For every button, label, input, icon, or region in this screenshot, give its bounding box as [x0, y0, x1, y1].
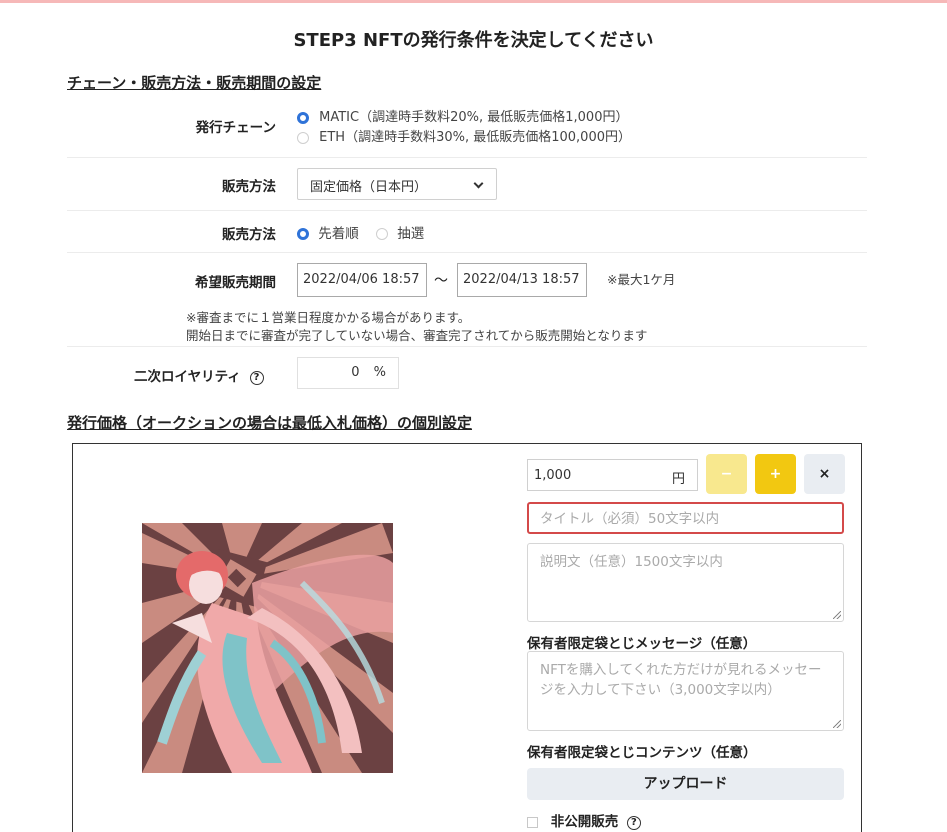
divider: [67, 210, 867, 211]
price-input[interactable]: 1,000 円: [527, 459, 698, 491]
period-label: 希望販売期間: [195, 275, 276, 291]
top-accent-bar: [0, 0, 947, 3]
review-note-2: 開始日までに審査が完了していない場合、審査完了されてから販売開始となります: [186, 328, 648, 343]
radio-eth[interactable]: [297, 131, 309, 144]
divider: [67, 252, 867, 253]
royalty-label-group: 二次ロイヤリティ ?: [134, 365, 264, 385]
title-placeholder: タイトル（必須）50文字以内: [540, 511, 720, 527]
radio-lottery[interactable]: [376, 228, 388, 240]
section-title-price: 発行価格（オークションの場合は最低入札価格）の個別設定: [67, 414, 473, 432]
sale-order-first-come-label: 先着順: [318, 226, 359, 242]
sale-order-lottery[interactable]: 抽選: [376, 222, 424, 242]
private-sale-label: 非公開販売: [550, 814, 619, 830]
chain-label: 発行チェーン: [195, 120, 276, 136]
resize-handle-icon[interactable]: [833, 720, 841, 728]
private-sale-row[interactable]: 非公開販売 ?: [527, 810, 641, 830]
decrease-button[interactable]: −: [706, 454, 747, 494]
radio-matic[interactable]: [297, 111, 309, 124]
contents-label: 保有者限定袋とじコンテンツ（任意）: [527, 745, 757, 761]
period-max-note: ※最大1ケ月: [607, 272, 676, 287]
nft-artwork-image: [142, 523, 393, 773]
review-note-1: ※審査までに１営業日程度かかる場合があります。: [186, 310, 471, 325]
chain-option-eth-label: ETH（調達時手数料30%, 最低販売価格100,000円）: [319, 130, 631, 145]
price-value: 1,000: [534, 468, 572, 483]
divider: [67, 346, 867, 347]
section-title-chain-sales: チェーン・販売方法・販売期間の設定: [67, 74, 322, 92]
sale-order-lottery-label: 抽選: [397, 226, 425, 242]
divider: [67, 157, 867, 158]
sale-method-select[interactable]: 固定価格（日本円）: [297, 168, 497, 200]
private-sale-checkbox[interactable]: [527, 816, 538, 828]
sale-order-label: 販売方法: [222, 227, 276, 243]
sale-method-select-value: 固定価格（日本円）: [310, 180, 428, 195]
remove-item-button[interactable]: ×: [804, 454, 845, 494]
description-textarea[interactable]: 説明文（任意）1500文字以内: [527, 543, 844, 622]
royalty-input[interactable]: 0 %: [297, 357, 399, 389]
question-circle-icon[interactable]: ?: [249, 371, 264, 385]
chain-option-matic[interactable]: MATIC（調達時手数料20%, 最低販売価格1,000円）: [297, 106, 628, 125]
period-start-input[interactable]: 2022/04/06 18:57: [297, 263, 427, 297]
title-input[interactable]: タイトル（必須）50文字以内: [527, 502, 844, 534]
sale-method-label: 販売方法: [222, 179, 276, 195]
sale-order-first-come[interactable]: 先着順: [297, 222, 359, 242]
royalty-unit: %: [373, 365, 386, 380]
period-separator: 〜: [434, 273, 448, 289]
question-circle-icon[interactable]: ?: [626, 816, 641, 830]
chain-option-eth[interactable]: ETH（調達時手数料30%, 最低販売価格100,000円）: [297, 126, 631, 145]
resize-handle-icon[interactable]: [833, 611, 841, 619]
chain-option-matic-label: MATIC（調達時手数料20%, 最低販売価格1,000円）: [319, 110, 629, 125]
message-placeholder: NFTを購入してくれた方だけが見れるメッセージを入力して下さい（3,000文字以…: [540, 662, 822, 698]
description-placeholder: 説明文（任意）1500文字以内: [540, 554, 723, 570]
royalty-value: 0: [351, 365, 360, 380]
radio-first-come[interactable]: [297, 228, 309, 240]
royalty-label: 二次ロイヤリティ: [134, 369, 241, 385]
upload-button[interactable]: アップロード: [527, 768, 844, 800]
message-label: 保有者限定袋とじメッセージ（任意）: [527, 636, 757, 652]
chevron-down-icon: [473, 178, 484, 189]
message-textarea[interactable]: NFTを購入してくれた方だけが見れるメッセージを入力して下さい（3,000文字以…: [527, 651, 844, 731]
increase-button[interactable]: +: [755, 454, 796, 494]
price-unit: 円: [671, 472, 685, 487]
page-title: STEP3 NFTの発行条件を決定してください: [293, 30, 654, 51]
period-end-input[interactable]: 2022/04/13 18:57: [457, 263, 587, 297]
